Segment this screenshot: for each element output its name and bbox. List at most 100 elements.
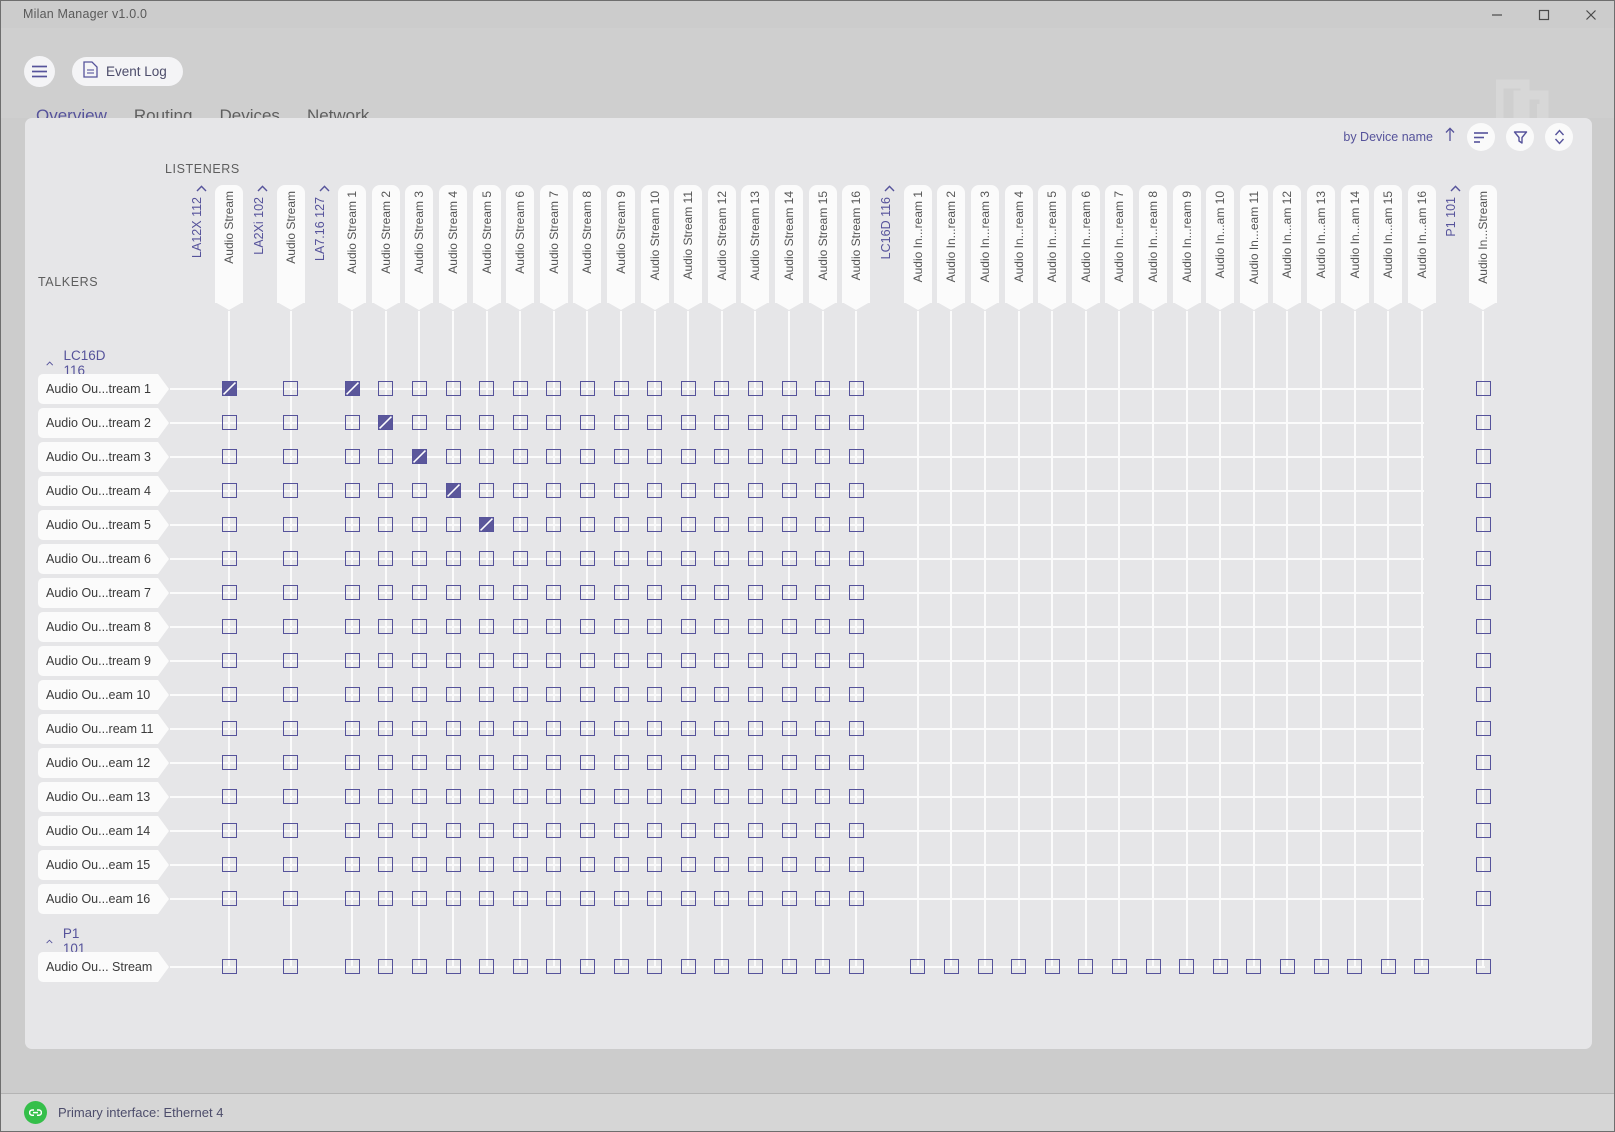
matrix-cell[interactable]	[1475, 890, 1491, 906]
matrix-cell[interactable]	[283, 686, 299, 702]
listener-group-header[interactable]: P1 101	[1444, 185, 1466, 303]
listener-column-header[interactable]: Audio In...ream 1	[903, 185, 932, 310]
matrix-cell[interactable]	[378, 618, 394, 634]
matrix-cell[interactable]	[378, 584, 394, 600]
matrix-cell[interactable]	[680, 380, 696, 396]
matrix-cell[interactable]	[714, 686, 730, 702]
listener-column-header[interactable]: Audio In...am 13	[1307, 185, 1335, 310]
matrix-cell-connected[interactable]	[411, 448, 427, 464]
matrix-cell[interactable]	[680, 754, 696, 770]
matrix-cell[interactable]	[1475, 380, 1491, 396]
matrix-cell[interactable]	[781, 652, 797, 668]
matrix-cell[interactable]	[221, 720, 237, 736]
listener-column-header[interactable]: Audio Stream 5	[472, 185, 501, 310]
matrix-cell[interactable]	[579, 584, 595, 600]
matrix-cell[interactable]	[221, 754, 237, 770]
matrix-cell[interactable]	[613, 686, 629, 702]
matrix-cell[interactable]	[221, 652, 237, 668]
listener-group-header[interactable]: LC16D 116	[879, 185, 901, 303]
matrix-cell[interactable]	[479, 652, 495, 668]
matrix-cell[interactable]	[680, 686, 696, 702]
minimize-icon[interactable]	[1473, 1, 1520, 28]
listener-column-header[interactable]: Audio Stream 8	[573, 185, 602, 310]
matrix-cell[interactable]	[680, 856, 696, 872]
matrix-cell[interactable]	[747, 516, 763, 532]
matrix-cell[interactable]	[680, 414, 696, 430]
matrix-cell[interactable]	[512, 890, 528, 906]
matrix-cell[interactable]	[445, 584, 461, 600]
matrix-cell[interactable]	[344, 482, 360, 498]
matrix-cell[interactable]	[411, 720, 427, 736]
listener-column-header[interactable]: Audio Stream 7	[539, 185, 568, 310]
matrix-cell[interactable]	[747, 482, 763, 498]
matrix-cell[interactable]	[977, 958, 993, 974]
matrix-cell[interactable]	[613, 482, 629, 498]
matrix-cell[interactable]	[546, 652, 562, 668]
matrix-cell[interactable]	[479, 584, 495, 600]
matrix-cell[interactable]	[714, 448, 730, 464]
listener-column-header[interactable]: Audio In...am 10	[1206, 185, 1235, 310]
matrix-cell[interactable]	[479, 754, 495, 770]
matrix-cell[interactable]	[512, 618, 528, 634]
matrix-cell[interactable]	[221, 958, 237, 974]
matrix-cell[interactable]	[221, 414, 237, 430]
listener-column-header[interactable]: Audio In...ream 9	[1172, 185, 1201, 310]
matrix-cell[interactable]	[221, 516, 237, 532]
matrix-cell[interactable]	[781, 380, 797, 396]
matrix-cell[interactable]	[579, 788, 595, 804]
matrix-cell[interactable]	[781, 686, 797, 702]
matrix-cell[interactable]	[747, 448, 763, 464]
matrix-cell[interactable]	[479, 788, 495, 804]
matrix-cell[interactable]	[647, 448, 663, 464]
matrix-cell[interactable]	[781, 822, 797, 838]
matrix-cell[interactable]	[747, 414, 763, 430]
matrix-cell[interactable]	[1414, 958, 1430, 974]
matrix-cell[interactable]	[848, 516, 864, 532]
matrix-cell[interactable]	[647, 516, 663, 532]
listener-column-header[interactable]: Audio In...am 12	[1273, 185, 1302, 310]
matrix-cell[interactable]	[512, 516, 528, 532]
matrix-cell[interactable]	[512, 788, 528, 804]
matrix-cell[interactable]	[680, 482, 696, 498]
matrix-cell[interactable]	[714, 618, 730, 634]
matrix-cell[interactable]	[512, 482, 528, 498]
talker-row-header[interactable]: Audio Ou...eam 16	[38, 884, 169, 914]
matrix-cell[interactable]	[647, 652, 663, 668]
matrix-cell[interactable]	[613, 380, 629, 396]
matrix-cell[interactable]	[283, 856, 299, 872]
matrix-cell[interactable]	[344, 584, 360, 600]
matrix-cell[interactable]	[680, 958, 696, 974]
talker-row-header[interactable]: Audio Ou...tream 7	[38, 578, 169, 608]
matrix-cell[interactable]	[613, 958, 629, 974]
talker-row-header[interactable]: Audio Ou...eam 12	[38, 748, 169, 778]
matrix-cell[interactable]	[943, 958, 959, 974]
matrix-cell[interactable]	[1279, 958, 1295, 974]
matrix-cell[interactable]	[815, 856, 831, 872]
matrix-cell[interactable]	[445, 754, 461, 770]
matrix-cell[interactable]	[411, 618, 427, 634]
matrix-cell[interactable]	[1475, 414, 1491, 430]
matrix-cell[interactable]	[378, 652, 394, 668]
matrix-cell[interactable]	[579, 414, 595, 430]
matrix-cell[interactable]	[1347, 958, 1363, 974]
matrix-cell[interactable]	[1475, 652, 1491, 668]
matrix-cell[interactable]	[445, 890, 461, 906]
matrix-cell[interactable]	[411, 516, 427, 532]
matrix-cell[interactable]	[445, 720, 461, 736]
matrix-cell[interactable]	[613, 788, 629, 804]
talker-row-header[interactable]: Audio Ou...tream 1	[38, 374, 169, 404]
matrix-cell[interactable]	[680, 584, 696, 600]
listener-column-header[interactable]: Audio Stream 4	[439, 185, 467, 310]
matrix-cell[interactable]	[747, 584, 763, 600]
matrix-cell[interactable]	[411, 890, 427, 906]
talker-row-header[interactable]: Audio Ou...tream 8	[38, 612, 169, 642]
maximize-icon[interactable]	[1520, 1, 1567, 28]
matrix-cell[interactable]	[647, 380, 663, 396]
matrix-cell[interactable]	[283, 788, 299, 804]
matrix-cell[interactable]	[1179, 958, 1195, 974]
listener-column-header[interactable]: Audio In...am 16	[1407, 185, 1436, 310]
matrix-cell[interactable]	[848, 652, 864, 668]
matrix-cell[interactable]	[579, 550, 595, 566]
matrix-cell[interactable]	[781, 890, 797, 906]
matrix-cell[interactable]	[411, 754, 427, 770]
